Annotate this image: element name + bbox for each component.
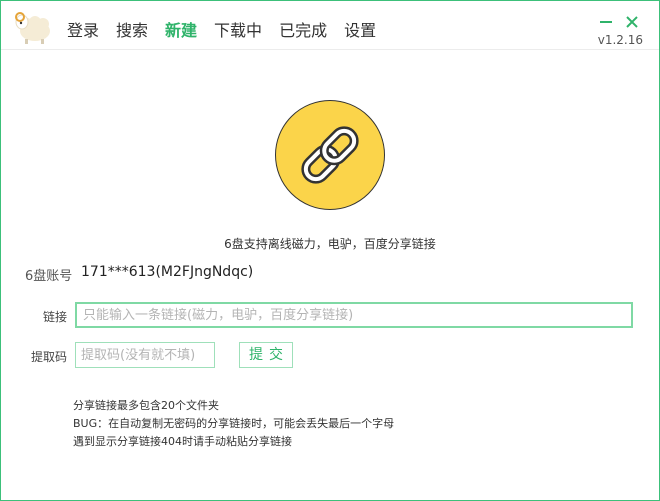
close-icon[interactable]: [625, 15, 639, 29]
note-item: 遇到显示分享链接404时请手动粘贴分享链接: [73, 435, 292, 448]
account-label: 6盘账号: [25, 269, 73, 284]
note-item: 分享链接最多包含20个文件夹: [73, 399, 219, 412]
note-item: BUG：在自动复制无密码的分享链接时，可能会丢失最后一个字母: [73, 417, 395, 430]
sheep-icon: [15, 12, 50, 44]
nav-item-search[interactable]: 搜索: [116, 17, 148, 41]
main-nav: 登录 搜索 新建 下载中 已完成 设置: [67, 17, 393, 41]
nav-item-completed[interactable]: 已完成: [279, 17, 327, 41]
version-label: v1.2.16: [597, 33, 643, 47]
hero-circle: [275, 100, 385, 210]
link-chain-icon: [301, 126, 359, 184]
nav-item-settings[interactable]: 设置: [344, 17, 376, 41]
link-input[interactable]: [75, 302, 633, 328]
window-controls: [587, 15, 639, 29]
app-window: 登录 搜索 新建 下载中 已完成 设置 v1.2.16 6盘支持离线磁力，电驴，…: [0, 0, 660, 501]
code-label: 提取码: [31, 350, 68, 364]
code-input[interactable]: [75, 342, 215, 368]
submit-button[interactable]: 提交: [239, 342, 293, 368]
title-bar: 登录 搜索 新建 下载中 已完成 设置 v1.2.16: [1, 1, 659, 50]
nav-item-new[interactable]: 新建: [165, 17, 197, 41]
nav-item-login[interactable]: 登录: [67, 17, 99, 41]
minimize-icon[interactable]: [599, 15, 613, 29]
nav-item-downloading[interactable]: 下载中: [214, 17, 262, 41]
account-value: 171***613(M2FJngNdqc): [81, 264, 254, 280]
hero-tagline: 6盘支持离线磁力，电驴，百度分享链接: [224, 237, 436, 251]
link-label: 链接: [43, 310, 68, 324]
notes-list: 分享链接最多包含20个文件夹 BUG：在自动复制无密码的分享链接时，可能会丢失最…: [73, 397, 394, 451]
